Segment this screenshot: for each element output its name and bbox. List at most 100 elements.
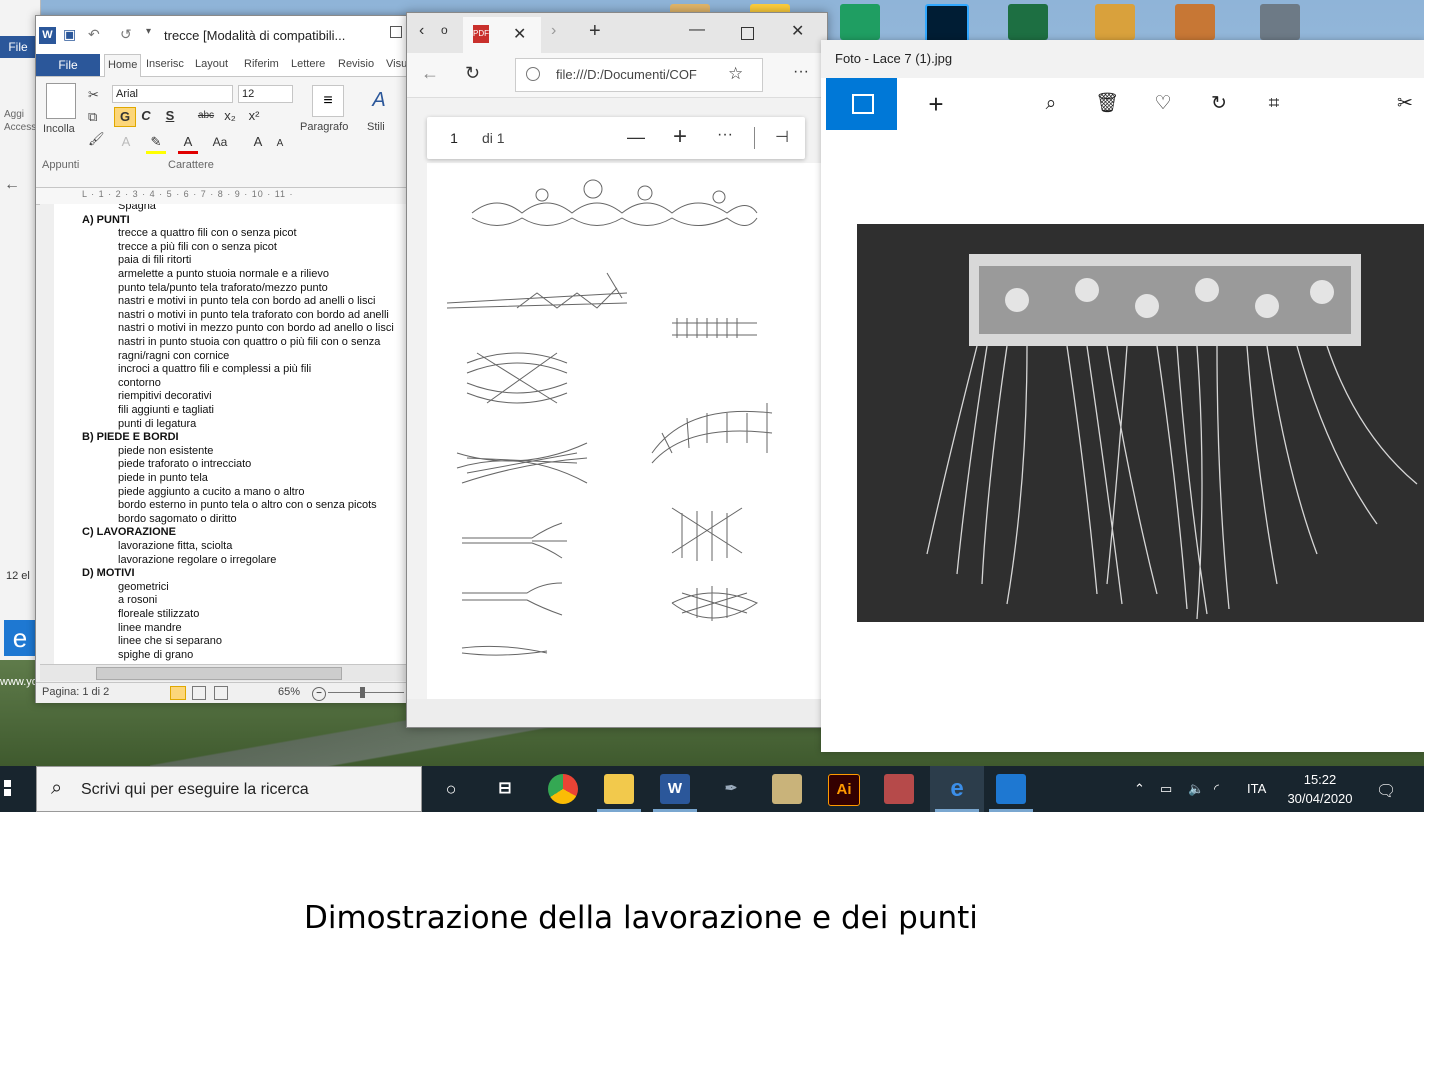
font-color-icon[interactable]: A [178,133,198,154]
new-tab-icon[interactable]: + [589,20,601,43]
pdf-tab[interactable]: PDF ✕ [463,17,541,53]
back-arrow-icon[interactable]: ← [4,176,20,194]
tab-forward-icon[interactable]: › [551,22,556,40]
more-menu-icon[interactable]: ··· [793,63,809,81]
tab-riferimenti[interactable]: Riferim [244,58,279,70]
favorite-icon[interactable]: ♡ [1151,92,1175,116]
tab-lettere[interactable]: Lettere [291,58,325,70]
document-page[interactable]: Spagna A) PUNTI trecce a quattro fili con … [54,204,406,664]
maximize-window-icon[interactable] [741,27,754,40]
cortana-icon[interactable]: ○ [436,774,466,804]
font-size-select[interactable]: 12 [238,85,293,103]
left-file-tab[interactable]: File [0,36,36,58]
file-explorer-icon[interactable] [604,774,634,804]
underline-button[interactable]: S [160,107,180,125]
add-icon[interactable]: + [924,91,948,117]
pdf-page[interactable] [427,163,823,699]
zoom-in-pdf-icon[interactable]: + [673,123,687,151]
text-effects-icon[interactable]: A [116,133,136,151]
change-case-icon[interactable]: Aa [210,133,230,151]
paragraph-icon[interactable]: ≡ [312,85,344,117]
refresh-icon[interactable]: ↻ [465,63,480,84]
volume-icon[interactable]: 🔈 [1188,781,1204,797]
illustrator-icon[interactable]: Ai [828,774,860,806]
pdf-more-icon[interactable]: ··· [717,126,733,144]
tab-revisione[interactable]: Revisio [338,58,374,70]
zoom-slider[interactable] [328,692,404,693]
tab-visualizza[interactable]: Visu [386,58,407,70]
save-icon[interactable]: ▣ [63,26,76,43]
zoom-slider-thumb[interactable] [360,687,365,698]
redo-icon[interactable]: ↺ [120,26,132,43]
paint-icon[interactable] [884,774,914,804]
edge-shortcut-icon[interactable]: e [4,620,36,656]
back-icon[interactable]: ← [421,63,439,84]
language-indicator[interactable]: ITA [1247,781,1266,796]
web-layout-icon[interactable] [214,686,228,700]
pin-icon[interactable]: ⊣ [775,127,789,147]
tab-layout[interactable]: Layout [195,58,228,70]
strikethrough-button[interactable]: abc [196,107,216,125]
maximize-icon[interactable] [390,26,402,38]
edge-taskbar-icon[interactable]: e [942,774,972,804]
scrollbar-thumb[interactable] [96,667,342,680]
styles-button[interactable]: Stili [367,121,385,133]
zoom-out-icon[interactable]: − [312,687,326,701]
chrome-icon[interactable] [548,774,578,804]
copy-icon[interactable]: ⧉ [88,109,97,125]
zoom-icon[interactable]: ⌕ [1039,92,1063,116]
paste-button[interactable]: Incolla [43,123,75,135]
close-tab-icon[interactable]: ✕ [513,24,526,44]
tab-prev-icon[interactable]: o [441,23,448,37]
photos-taskbar-icon[interactable] [996,774,1026,804]
shrink-font-icon[interactable]: A [270,135,290,153]
tab-inserisci[interactable]: Inserisc [146,58,184,70]
printer-desktop-icon[interactable] [1260,4,1300,40]
publisher-desktop-icon[interactable] [840,4,880,40]
photoshop-desktop-icon[interactable] [925,4,969,44]
notification-icon[interactable]: 🗨 [1376,781,1396,801]
taskbar-search[interactable]: ⌕ Scrivi qui per eseguire la ricerca [36,766,422,812]
quick-access-chevron-icon[interactable]: ▾ [146,26,151,37]
tab-file[interactable]: File [36,54,100,76]
photos-viewer-icon[interactable] [772,774,802,804]
lace-photo[interactable] [857,224,1424,622]
minimize-icon[interactable]: — [689,21,705,39]
view-all-button[interactable] [826,78,897,130]
pen-icon[interactable]: ✒ [716,774,746,804]
grow-font-icon[interactable]: A [248,133,268,151]
undo-icon[interactable]: ↶ [88,26,100,43]
clock[interactable]: 15:22 30/04/2020 [1278,770,1362,808]
excel-desktop-icon[interactable] [1008,4,1048,40]
favorite-star-icon[interactable]: ☆ [728,64,743,84]
tab-home[interactable]: Home [104,54,141,77]
cut-icon[interactable]: ✂ [88,87,99,103]
edit-icon[interactable]: ✂ [1393,92,1417,116]
paste-icon[interactable] [46,83,76,119]
url-box[interactable]: file:///D:/Documenti/COF ☆ [515,58,763,92]
font-name-select[interactable]: Arial [112,85,233,103]
print-layout-icon[interactable] [170,686,186,700]
delete-icon[interactable]: 🗑 [1095,92,1119,116]
superscript-button[interactable]: x² [244,107,264,125]
italic-button[interactable]: C [136,107,156,125]
close-window-icon[interactable]: ✕ [791,21,804,41]
task-view-icon[interactable]: ⊟ [490,774,520,804]
crop-icon[interactable]: ⌗ [1262,92,1286,116]
read-mode-icon[interactable] [192,686,206,700]
url-text[interactable]: file:///D:/Documenti/COF [556,67,720,82]
format-painter-icon[interactable]: 🖌 [88,131,105,147]
page-number-input[interactable]: 1 [439,123,469,153]
rotate-icon[interactable]: ↻ [1207,92,1231,116]
bold-button[interactable]: G [114,107,136,127]
highlight-icon[interactable]: ✎ [146,133,166,154]
word-taskbar-icon[interactable]: W [660,774,690,804]
styles-icon[interactable]: A [364,85,394,115]
zoom-out-pdf-icon[interactable]: — [627,127,645,148]
archive-desktop-icon[interactable] [1095,4,1135,40]
subscript-button[interactable]: x₂ [220,107,240,125]
info-icon[interactable] [526,67,540,81]
tab-back-icon[interactable]: ‹ [419,22,424,40]
start-button[interactable] [0,766,36,812]
battery-icon[interactable]: ▭ [1160,781,1172,797]
